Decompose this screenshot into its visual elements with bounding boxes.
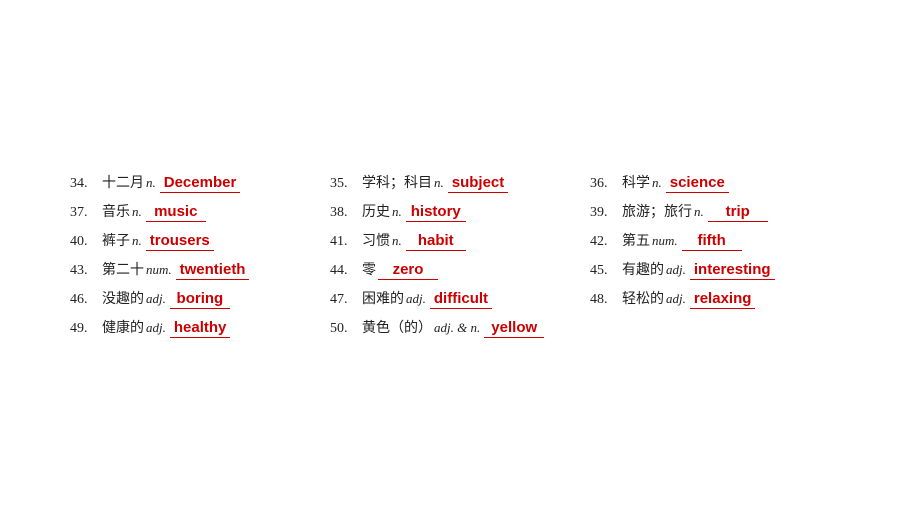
answer-text: twentieth (176, 261, 250, 280)
part-of-speech: n. (652, 175, 662, 191)
item-number: 48. (590, 292, 618, 308)
vocab-cell: 41.习惯 n.habit (330, 230, 590, 251)
chinese-word: 轻松的 (622, 288, 664, 308)
worksheet-row: 46.没趣的 adj.boring47.困难的 adj.difficult48.… (70, 288, 850, 309)
answer-text: trousers (146, 232, 214, 251)
worksheet-row: 37.音乐 n.music38.历史 n.history39.旅游；旅行 n.t… (70, 201, 850, 222)
vocab-cell: 48.轻松的 adj.relaxing (590, 288, 850, 309)
part-of-speech: n. (132, 233, 142, 249)
answer-text: science (666, 174, 729, 193)
part-of-speech: adj. (146, 291, 166, 307)
worksheet-row: 49.健康的 adj.healthy50.黄色（的） adj. & n.yell… (70, 317, 850, 338)
vocab-cell: 44.零zero (330, 259, 590, 280)
part-of-speech: adj. (146, 320, 166, 336)
answer-text: music (146, 203, 206, 222)
item-number: 49. (70, 321, 98, 337)
part-of-speech: adj. (666, 262, 686, 278)
item-number: 43. (70, 263, 98, 279)
answer-text: history (406, 203, 466, 222)
part-of-speech: adj. (666, 291, 686, 307)
chinese-word: 有趣的 (622, 259, 664, 279)
chinese-word: 音乐 (102, 201, 130, 221)
chinese-word: 历史 (362, 201, 390, 221)
answer-text: difficult (430, 290, 492, 309)
answer-text: December (160, 174, 241, 193)
chinese-word: 科学 (622, 172, 650, 192)
chinese-word: 十二月 (102, 172, 144, 192)
vocab-cell: 47.困难的 adj.difficult (330, 288, 590, 309)
vocab-cell: 42.第五 num.fifth (590, 230, 850, 251)
chinese-word: 零 (362, 259, 376, 279)
item-number: 35. (330, 176, 358, 192)
chinese-word: 第二十 (102, 259, 144, 279)
item-number: 46. (70, 292, 98, 308)
part-of-speech: n. (146, 175, 156, 191)
item-number: 34. (70, 176, 98, 192)
vocab-cell: 36.科学 n.science (590, 172, 850, 193)
chinese-word: 学科；科目 (362, 172, 432, 192)
answer-text: trip (708, 203, 768, 222)
part-of-speech: n. (392, 233, 402, 249)
vocab-cell: 39.旅游；旅行 n.trip (590, 201, 850, 222)
answer-text: zero (378, 261, 438, 280)
chinese-word: 习惯 (362, 230, 390, 250)
chinese-word: 黄色（的） (362, 317, 432, 337)
vocab-cell: 35.学科；科目 n.subject (330, 172, 590, 193)
answer-text: interesting (690, 261, 775, 280)
vocab-cell: 37.音乐 n.music (70, 201, 330, 222)
vocab-cell: 40.裤子 n.trousers (70, 230, 330, 251)
item-number: 44. (330, 263, 358, 279)
vocab-cell: 50.黄色（的） adj. & n.yellow (330, 317, 590, 338)
chinese-word: 裤子 (102, 230, 130, 250)
answer-text: relaxing (690, 290, 756, 309)
part-of-speech: n. (132, 204, 142, 220)
chinese-word: 困难的 (362, 288, 404, 308)
answer-text: habit (406, 232, 466, 251)
part-of-speech: num. (146, 262, 172, 278)
worksheet-row: 34.十二月 n.December35.学科；科目 n.subject36.科学… (70, 172, 850, 193)
item-number: 39. (590, 205, 618, 221)
vocab-cell: 38.历史 n.history (330, 201, 590, 222)
part-of-speech: n. (434, 175, 444, 191)
vocab-cell: 45.有趣的 adj.interesting (590, 259, 850, 280)
answer-text: fifth (682, 232, 742, 251)
item-number: 38. (330, 205, 358, 221)
vocab-cell: 46.没趣的 adj.boring (70, 288, 330, 309)
item-number: 41. (330, 234, 358, 250)
answer-text: yellow (484, 319, 544, 338)
answer-text: subject (448, 174, 509, 193)
part-of-speech: n. (392, 204, 402, 220)
part-of-speech: adj. (406, 291, 426, 307)
vocab-cell: 49.健康的 adj.healthy (70, 317, 330, 338)
part-of-speech: num. (652, 233, 678, 249)
item-number: 42. (590, 234, 618, 250)
answer-text: boring (170, 290, 230, 309)
item-number: 37. (70, 205, 98, 221)
chinese-word: 没趣的 (102, 288, 144, 308)
item-number: 36. (590, 176, 618, 192)
worksheet-row: 43.第二十 num.twentieth44.零zero45.有趣的 adj.i… (70, 259, 850, 280)
chinese-word: 第五 (622, 230, 650, 250)
part-of-speech: n. (694, 204, 704, 220)
chinese-word: 旅游；旅行 (622, 201, 692, 221)
item-number: 47. (330, 292, 358, 308)
vocab-cell: 43.第二十 num.twentieth (70, 259, 330, 280)
chinese-word: 健康的 (102, 317, 144, 337)
answer-text: healthy (170, 319, 231, 338)
item-number: 50. (330, 321, 358, 337)
worksheet: 34.十二月 n.December35.学科；科目 n.subject36.科学… (70, 152, 850, 366)
item-number: 45. (590, 263, 618, 279)
worksheet-row: 40.裤子 n.trousers41.习惯 n.habit42.第五 num.f… (70, 230, 850, 251)
part-of-speech: adj. & n. (434, 320, 480, 336)
vocab-cell: 34.十二月 n.December (70, 172, 330, 193)
item-number: 40. (70, 234, 98, 250)
